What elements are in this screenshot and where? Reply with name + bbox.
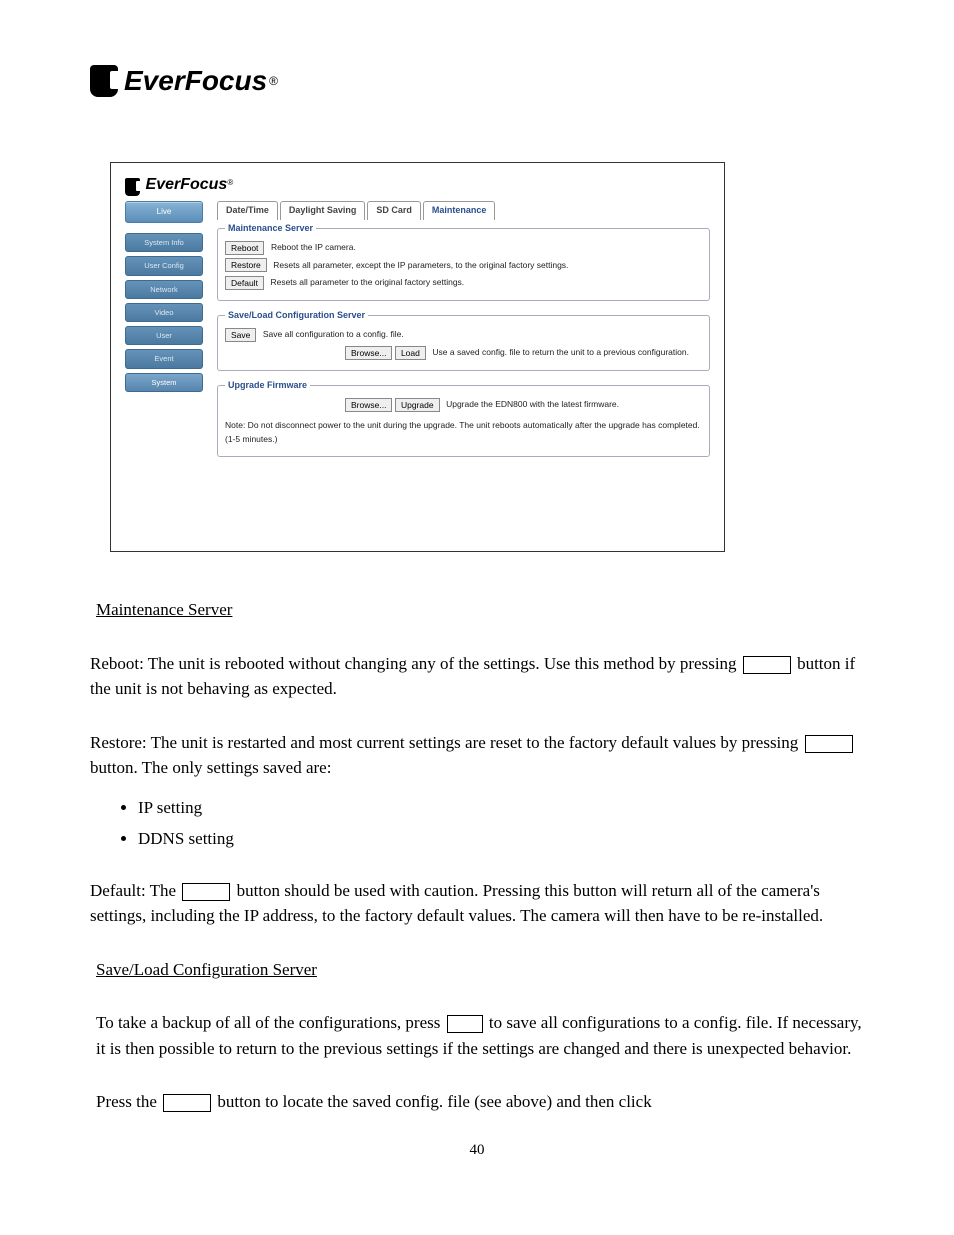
tab-sd-card[interactable]: SD Card [367,201,421,220]
sidebar: Live System Info User Config Network Vid… [125,201,203,465]
restore-desc: Resets all parameter, except the IP para… [273,260,568,270]
panel-logo: EverFocus® [111,163,724,201]
page-number: 40 [90,1139,864,1162]
upgrade-fieldset: Upgrade Firmware Browse... Upgrade Upgra… [217,379,710,457]
save-button[interactable]: Save [225,328,256,342]
save-blank [447,1015,483,1033]
bullet-ddns: DDNS setting [138,826,864,852]
browse-blank [163,1094,211,1112]
default-button[interactable]: Default [225,276,264,290]
sidebar-item-system[interactable]: System [125,373,203,392]
default-paragraph: Default: The button should be used with … [90,878,864,929]
press-paragraph: Press the button to locate the saved con… [96,1089,864,1115]
reboot-paragraph: Reboot: The unit is rebooted without cha… [90,651,864,702]
restore-blank [805,735,853,753]
upgrade-desc: Upgrade the EDN800 with the latest firmw… [446,399,619,409]
upgrade-button[interactable]: Upgrade [395,398,440,412]
upgrade-legend: Upgrade Firmware [225,379,310,393]
tab-date-time[interactable]: Date/Time [217,201,278,220]
browse-button[interactable]: Browse... [345,346,392,360]
sidebar-item-user[interactable]: User [125,326,203,345]
default-desc: Resets all parameter to the original fac… [270,277,464,287]
settings-saved-list: IP setting DDNS setting [90,795,864,852]
saveload-legend: Save/Load Configuration Server [225,309,368,323]
config-screenshot: EverFocus® Live System Info User Config … [110,162,725,552]
page-header: EverFocus® [90,60,864,102]
registered-mark: ® [269,72,278,90]
heading-saveload: Save/Load Configuration Server [96,957,864,983]
sidebar-item-system-info[interactable]: System Info [125,233,203,252]
sidebar-item-video[interactable]: Video [125,303,203,322]
reboot-blank [743,656,791,674]
restore-button[interactable]: Restore [225,258,267,272]
restore-paragraph: Restore: The unit is restarted and most … [90,730,864,781]
tab-daylight-saving[interactable]: Daylight Saving [280,201,366,220]
maintenance-server-fieldset: Maintenance Server Reboot Reboot the IP … [217,222,710,301]
tabs: Date/Time Daylight Saving SD Card Mainte… [217,201,710,220]
saveload-fieldset: Save/Load Configuration Server Save Save… [217,309,710,371]
heading-maintenance: Maintenance Server [96,597,864,623]
sidebar-item-event[interactable]: Event [125,349,203,368]
sidebar-item-network[interactable]: Network [125,280,203,299]
save-desc: Save all configuration to a config. file… [263,329,404,339]
bullet-ip: IP setting [138,795,864,821]
upgrade-note: Note: Do not disconnect power to the uni… [225,420,700,444]
content-area: Date/Time Daylight Saving SD Card Mainte… [217,201,710,465]
reboot-button[interactable]: Reboot [225,241,264,255]
maintenance-legend: Maintenance Server [225,222,316,236]
load-desc: Use a saved config. file to return the u… [432,347,689,357]
sidebar-item-user-config[interactable]: User Config [125,256,203,275]
sidebar-live[interactable]: Live [125,201,203,223]
upgrade-browse-button[interactable]: Browse... [345,398,392,412]
saveload-paragraph: To take a backup of all of the configura… [96,1010,864,1061]
tab-maintenance[interactable]: Maintenance [423,201,496,220]
load-button[interactable]: Load [395,346,426,360]
default-blank [182,883,230,901]
reboot-desc: Reboot the IP camera. [271,242,356,252]
everfocus-logo-icon [90,65,118,97]
brand-text: EverFocus [124,60,267,102]
